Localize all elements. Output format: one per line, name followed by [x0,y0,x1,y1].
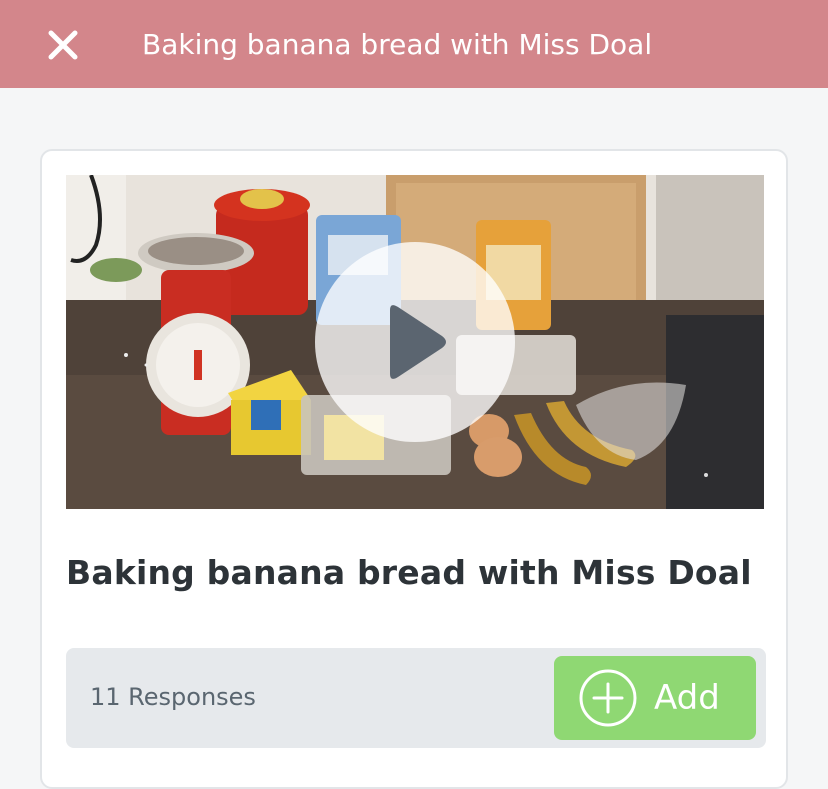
app-header: Baking banana bread with Miss Doal [0,0,828,88]
responses-bar: 11 Responses Add [66,648,766,748]
close-icon [48,30,78,60]
responses-count[interactable]: 11 Responses [90,680,256,714]
post-title: Baking banana bread with Miss Doal [66,553,752,592]
add-button-label: Add [654,678,720,718]
plus-circle-icon [579,669,637,727]
play-button[interactable] [315,242,515,442]
close-button[interactable] [44,28,82,62]
post-card: Baking banana bread with Miss Doal 11 Re… [40,149,788,789]
play-icon [390,305,446,379]
video-thumbnail[interactable] [66,175,764,509]
add-response-button[interactable]: Add [554,656,756,740]
header-title: Baking banana bread with Miss Doal [142,28,653,61]
